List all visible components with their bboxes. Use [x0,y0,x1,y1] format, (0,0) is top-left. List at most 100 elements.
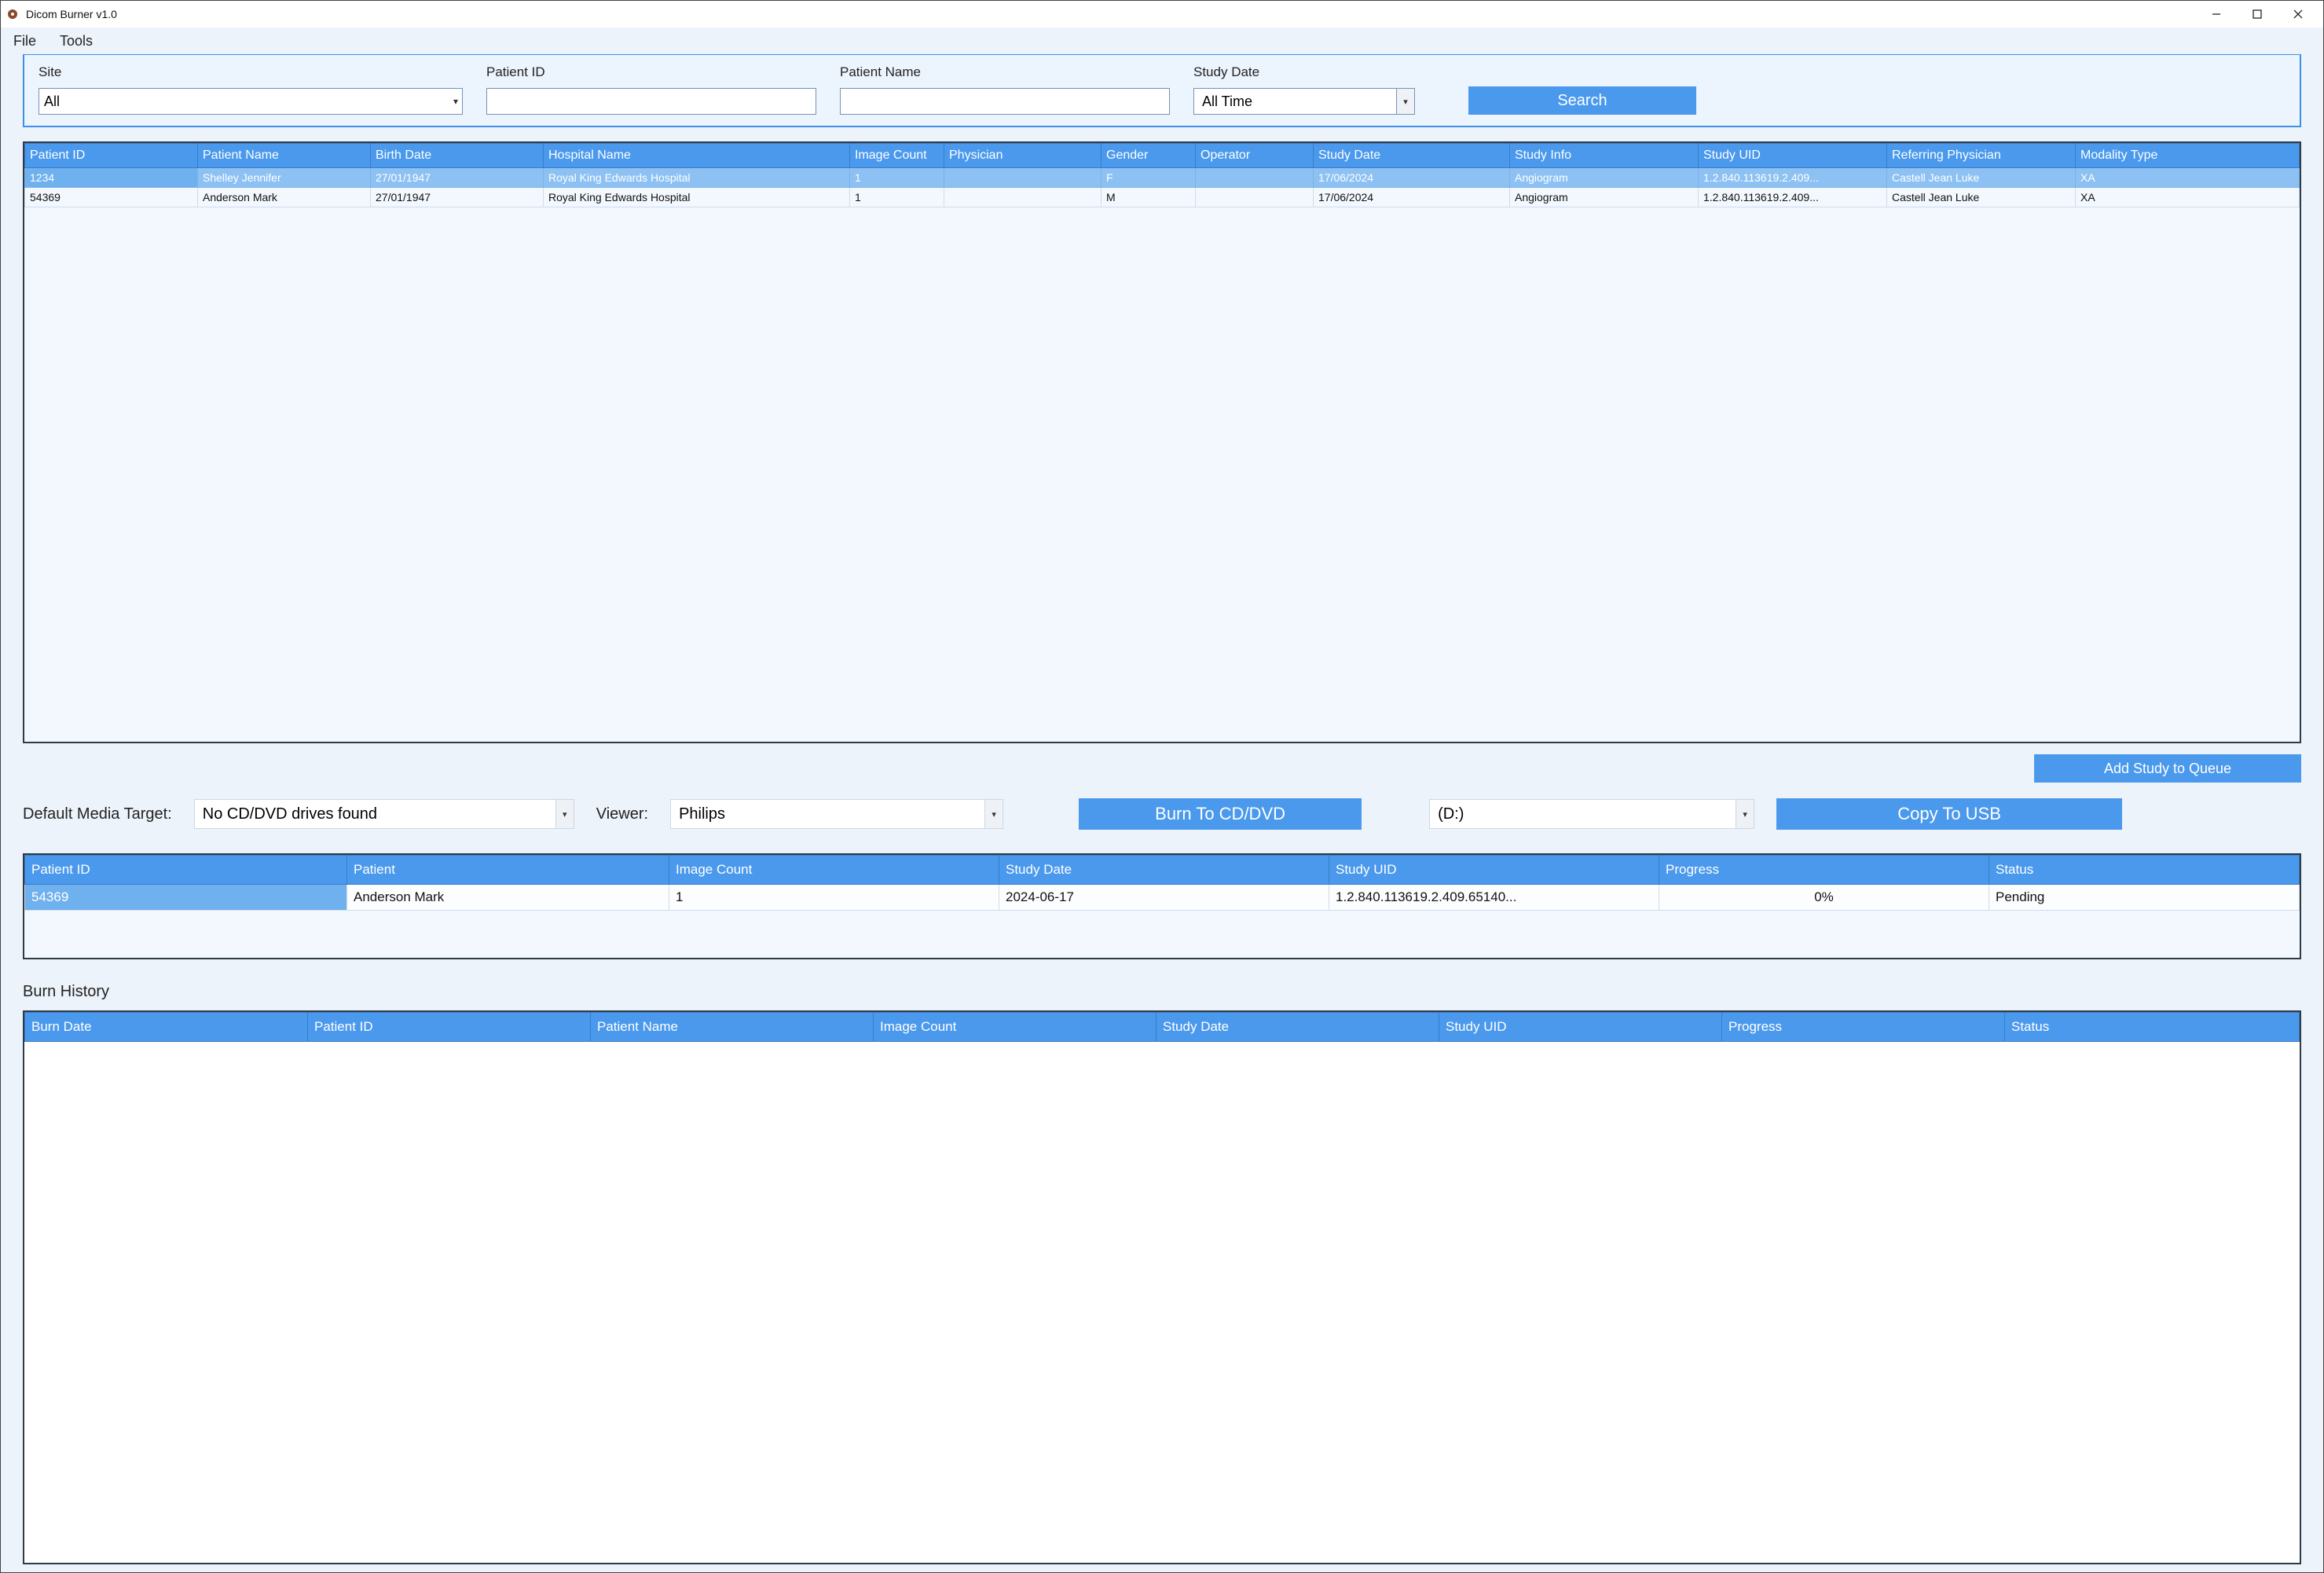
maximize-button[interactable] [2237,1,2278,28]
close-button[interactable] [2278,1,2319,28]
cell-operator [1196,188,1314,207]
drive-select[interactable]: (D:) ▾ [1429,799,1754,829]
cell-ref_physician: Castell Jean Luke [1887,168,2076,188]
cell-physician [944,188,1102,207]
cell-hospital_name: Royal King Edwards Hospital [544,188,850,207]
cell-patient_id: 1234 [25,168,198,188]
title-bar: Dicom Burner v1.0 [1,1,2323,28]
patient-name-label: Patient Name [840,64,1170,80]
menu-file[interactable]: File [13,33,36,50]
minimize-button[interactable] [2196,1,2237,28]
cell-study_date: 2024-06-17 [999,885,1329,911]
chevron-down-icon[interactable]: ▾ [984,799,1003,829]
cell-patient_id: 54369 [25,188,198,207]
chevron-down-icon[interactable]: ▾ [1736,799,1754,829]
client-area: File Tools Site All ▾ [1,28,2323,1572]
col-image-count[interactable]: Image Count [850,144,944,168]
results-header-row: Patient ID Patient Name Birth Date Hospi… [25,144,2300,168]
cell-study_date: 17/06/2024 [1314,188,1510,207]
patient-id-input[interactable] [486,88,816,115]
chevron-down-icon[interactable]: ▾ [555,799,574,829]
default-target-select[interactable]: No CD/DVD drives found ▾ [194,799,574,829]
hcol-study-date[interactable]: Study Date [1157,1013,1439,1042]
cell-study_uid: 1.2.840.113619.2.409... [1699,168,1887,188]
qcol-status[interactable]: Status [1989,856,2300,885]
col-physician[interactable]: Physician [944,144,1102,168]
app-window: Dicom Burner v1.0 File Tools Site All [0,0,2324,1573]
menu-tools[interactable]: Tools [60,33,93,50]
hcol-study-uid[interactable]: Study UID [1439,1013,1722,1042]
patient-id-label: Patient ID [486,64,816,80]
content: Site All ▾ Patient ID Patient Nam [1,54,2323,1572]
table-row[interactable]: 54369Anderson Mark12024-06-171.2.840.113… [25,885,2300,911]
copy-usb-button[interactable]: Copy To USB [1776,798,2122,830]
window-title: Dicom Burner v1.0 [26,8,117,20]
cell-patient_name: Shelley Jennifer [198,168,371,188]
cell-progress: 0% [1659,885,1989,911]
cell-hospital_name: Royal King Edwards Hospital [544,168,850,188]
cell-birth_date: 27/01/1947 [371,188,544,207]
col-study-info[interactable]: Study Info [1510,144,1699,168]
col-study-date[interactable]: Study Date [1314,144,1510,168]
qcol-progress[interactable]: Progress [1659,856,1989,885]
cell-status: Pending [1989,885,2300,911]
hcol-progress[interactable]: Progress [1722,1013,2005,1042]
cell-modality: XA [2076,168,2300,188]
col-birth-date[interactable]: Birth Date [371,144,544,168]
search-button[interactable]: Search [1468,86,1696,115]
qcol-study-uid[interactable]: Study UID [1329,856,1659,885]
viewer-select[interactable]: Philips ▾ [670,799,1003,829]
cell-study_date: 17/06/2024 [1314,168,1510,188]
cell-operator [1196,168,1314,188]
cell-image_count: 1 [850,188,944,207]
burn-button[interactable]: Burn To CD/DVD [1079,798,1362,830]
study-date-label: Study Date [1193,64,1421,80]
col-modality[interactable]: Modality Type [2076,144,2300,168]
col-gender[interactable]: Gender [1102,144,1196,168]
cell-study_uid: 1.2.840.113619.2.409... [1699,188,1887,207]
cell-patient_name: Anderson Mark [198,188,371,207]
qcol-study-date[interactable]: Study Date [999,856,1329,885]
col-study-uid[interactable]: Study UID [1699,144,1887,168]
hcol-burn-date[interactable]: Burn Date [25,1013,308,1042]
col-patient-name[interactable]: Patient Name [198,144,371,168]
table-row[interactable]: 54369Anderson Mark27/01/1947Royal King E… [25,188,2300,207]
cell-study_info: Angiogram [1510,188,1699,207]
add-study-button[interactable]: Add Study to Queue [2034,754,2301,783]
menu-bar: File Tools [1,28,2323,54]
cell-birth_date: 27/01/1947 [371,168,544,188]
site-label: Site [38,64,463,80]
cell-physician [944,168,1102,188]
hcol-image-count[interactable]: Image Count [874,1013,1157,1042]
history-label: Burn History [23,983,2301,1001]
chevron-down-icon[interactable]: ▾ [1396,88,1415,115]
site-select[interactable]: All [38,88,463,115]
default-target-value: No CD/DVD drives found [194,799,555,829]
history-table: Burn Date Patient ID Patient Name Image … [23,1010,2301,1564]
hcol-status[interactable]: Status [2005,1013,2300,1042]
cell-ref_physician: Castell Jean Luke [1887,188,2076,207]
queue-table: Patient ID Patient Image Count Study Dat… [23,853,2301,959]
patient-name-input[interactable] [840,88,1170,115]
cell-image_count: 1 [850,168,944,188]
qcol-image-count[interactable]: Image Count [669,856,999,885]
viewer-label: Viewer: [596,805,648,823]
col-patient-id[interactable]: Patient ID [25,144,198,168]
default-target-label: Default Media Target: [23,805,172,823]
hcol-patient-id[interactable]: Patient ID [308,1013,591,1042]
hcol-patient-name[interactable]: Patient Name [591,1013,874,1042]
study-date-select[interactable]: All Time [1193,88,1396,115]
cell-gender: F [1102,168,1196,188]
cell-image_count: 1 [669,885,999,911]
col-ref-physician[interactable]: Referring Physician [1887,144,2076,168]
results-table: Patient ID Patient Name Birth Date Hospi… [23,141,2301,743]
cell-modality: XA [2076,188,2300,207]
cell-patient_id: 54369 [25,885,347,911]
table-row[interactable]: 1234Shelley Jennifer27/01/1947Royal King… [25,168,2300,188]
qcol-patient[interactable]: Patient [347,856,669,885]
col-operator[interactable]: Operator [1196,144,1314,168]
cell-gender: M [1102,188,1196,207]
qcol-patient-id[interactable]: Patient ID [25,856,347,885]
viewer-value: Philips [670,799,984,829]
col-hospital-name[interactable]: Hospital Name [544,144,850,168]
